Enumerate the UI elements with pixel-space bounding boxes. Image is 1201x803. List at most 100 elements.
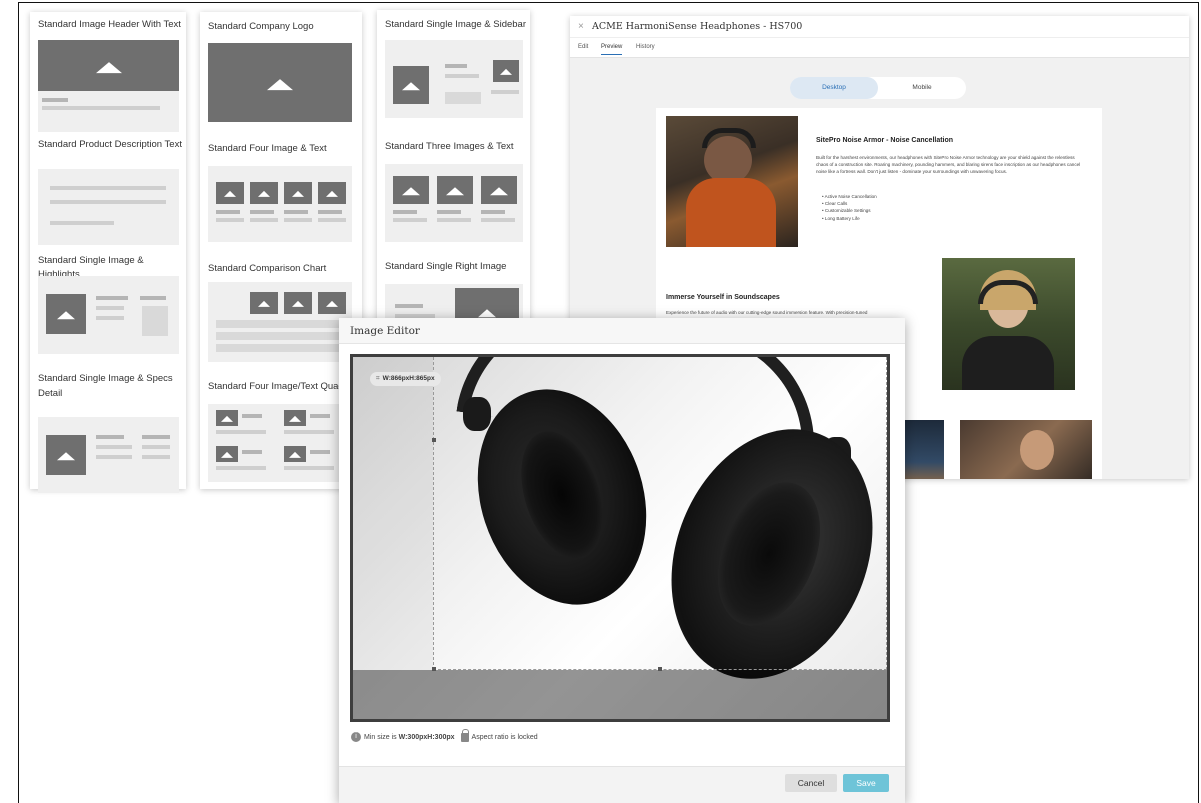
text-line: [96, 445, 132, 449]
preview-title: ACME HarmoniSense Headphones - HS700: [592, 21, 803, 32]
text-line: [142, 445, 170, 449]
image-icon: [208, 43, 352, 122]
template-title: Standard Company Logo: [208, 21, 314, 32]
template-column-2: Standard Company Logo Standard Four Imag…: [200, 12, 362, 489]
text-line: [284, 218, 312, 222]
text-line: [42, 106, 160, 110]
image-icon: [284, 446, 306, 462]
text-line: [96, 316, 124, 320]
image-icon: [393, 66, 429, 104]
image-icon: [216, 182, 244, 204]
template-card[interactable]: Standard Four Image & Text: [200, 136, 362, 246]
template-card[interactable]: Standard Single Image & Highlights: [30, 248, 186, 368]
save-button[interactable]: Save: [843, 774, 889, 792]
template-thumbnail: [208, 166, 352, 242]
text-line: [437, 218, 471, 222]
editor-info: i Min size is W:300pxH:300px Aspect ratio …: [351, 728, 538, 742]
tab-history[interactable]: History: [636, 44, 655, 50]
text-line: [142, 455, 170, 459]
aspect-ratio-label: Aspect ratio is locked: [471, 733, 538, 741]
heading-line: [96, 435, 124, 439]
desktop-toggle-button[interactable]: Desktop: [790, 77, 878, 99]
image-icon: [284, 182, 312, 204]
woman-headphones-photo: [942, 258, 1075, 390]
tab-edit[interactable]: Edit: [578, 44, 588, 50]
feature-list: Active Noise Cancellation Clear Calls Cu…: [822, 193, 877, 222]
text-line: [284, 430, 334, 434]
text-line: [393, 218, 427, 222]
section-body: Experience the future of audio with our …: [666, 310, 868, 315]
template-thumbnail: [38, 276, 179, 354]
template-title: Standard Product Description Text: [38, 139, 182, 150]
chart-row: [216, 332, 346, 340]
text-line: [481, 218, 515, 222]
text-block: [445, 92, 481, 104]
image-icon: [318, 292, 346, 314]
preview-header: × ACME HarmoniSense Headphones - HS700: [570, 16, 1189, 38]
close-icon[interactable]: ×: [578, 21, 584, 32]
list-item: Clear Calls: [822, 200, 877, 207]
crop-handle[interactable]: [432, 667, 436, 671]
crop-frame[interactable]: [433, 357, 887, 670]
min-size-value: W:300pxH:300px: [398, 733, 455, 741]
cancel-button[interactable]: Cancel: [785, 774, 837, 792]
heading-line: [437, 210, 461, 214]
template-card[interactable]: Standard Comparison Chart: [200, 258, 362, 368]
device-toggle: Desktop Mobile: [790, 77, 966, 99]
crop-area[interactable]: ⌗ W:866pxH:865px: [350, 354, 890, 722]
template-title: Standard Comparison Chart: [208, 263, 327, 274]
image-icon: [38, 40, 179, 91]
template-thumbnail: [38, 40, 179, 132]
template-title: Standard Single Image & Sidebar: [385, 19, 527, 30]
template-thumbnail: [208, 282, 352, 362]
heading-line: [142, 435, 170, 439]
text-line: [318, 218, 346, 222]
template-card[interactable]: Standard Single Image & Specs Detail: [30, 367, 186, 497]
image-icon: [318, 182, 346, 204]
heading-line: [42, 98, 68, 102]
heading-line: [96, 296, 128, 300]
dialog-footer: Cancel Save: [339, 766, 905, 803]
template-card[interactable]: Standard Four Image/Text Quad: [200, 376, 362, 486]
info-icon: i: [351, 732, 361, 742]
template-thumbnail: [208, 404, 352, 482]
crop-size-indicator: ⌗ W:866pxH:865px: [370, 372, 441, 386]
text-line: [50, 221, 114, 225]
template-card[interactable]: Standard Company Logo: [200, 12, 362, 132]
crop-icon: ⌗: [376, 375, 380, 382]
image-icon: [437, 176, 473, 204]
section-heading: SitePro Noise Armor - Noise Cancellation: [816, 137, 954, 144]
template-card[interactable]: Standard Three Images & Text: [377, 134, 530, 249]
text-line: [50, 200, 166, 204]
template-thumbnail: [38, 169, 179, 245]
template-title: Standard Single Image & Specs Detail: [38, 373, 173, 399]
heading-line: [310, 414, 330, 418]
section-heading: Immerse Yourself in Soundscapes: [666, 294, 780, 301]
template-title: Standard Image Header With Text: [38, 19, 181, 30]
template-card[interactable]: Standard Product Description Text: [30, 132, 186, 245]
text-line: [445, 74, 479, 78]
template-card[interactable]: Standard Image Header With Text: [30, 12, 186, 137]
image-editor-dialog: Image Editor ⌗ W:866pxH:865px i Min size i…: [339, 318, 905, 803]
list-item: Active Noise Cancellation: [822, 193, 877, 200]
crop-handle[interactable]: [432, 438, 436, 442]
template-title: Standard Three Images & Text: [385, 141, 514, 152]
construction-worker-photo: [666, 116, 798, 247]
text-line: [491, 90, 519, 94]
template-title: Standard Four Image/Text Quad: [208, 381, 344, 392]
heading-line: [250, 210, 274, 214]
text-line: [50, 186, 166, 190]
image-icon: [493, 60, 519, 82]
crop-handle[interactable]: [658, 667, 662, 671]
template-title: Standard Single Right Image: [385, 261, 507, 272]
image-icon: [481, 176, 517, 204]
image-icon: [250, 182, 278, 204]
text-line: [216, 430, 266, 434]
template-thumbnail: [385, 40, 523, 118]
template-card[interactable]: Standard Single Image & Sidebar: [377, 10, 530, 128]
mobile-toggle-button[interactable]: Mobile: [878, 77, 966, 99]
tab-preview[interactable]: Preview: [601, 44, 623, 55]
heading-line: [318, 210, 342, 214]
image-icon: [46, 435, 86, 475]
sidebar-block: [142, 306, 168, 336]
